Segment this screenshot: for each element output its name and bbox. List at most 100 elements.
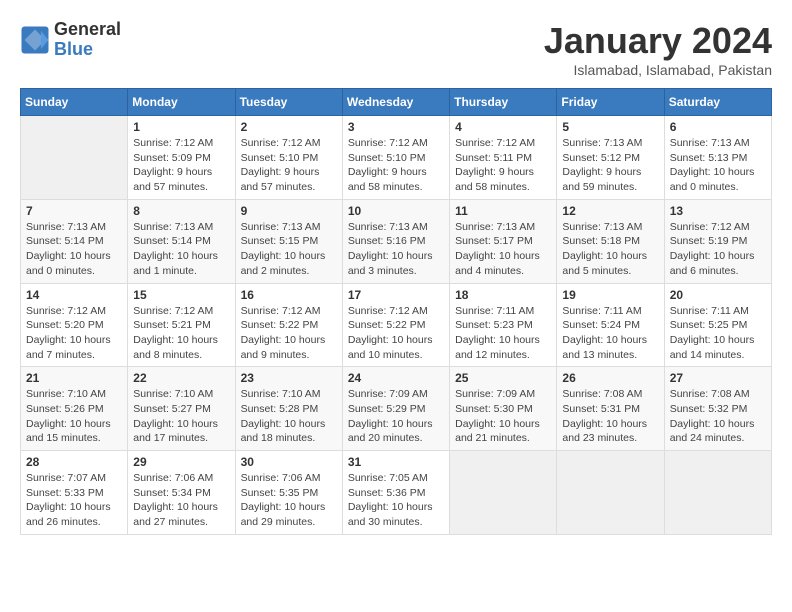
day-info: Sunrise: 7:11 AM Sunset: 5:24 PM Dayligh… (562, 304, 658, 363)
weekday-header-thursday: Thursday (450, 89, 557, 116)
week-row-1: 1Sunrise: 7:12 AM Sunset: 5:09 PM Daylig… (21, 116, 772, 200)
day-info: Sunrise: 7:07 AM Sunset: 5:33 PM Dayligh… (26, 471, 122, 530)
day-info: Sunrise: 7:13 AM Sunset: 5:14 PM Dayligh… (133, 220, 229, 279)
calendar-cell: 15Sunrise: 7:12 AM Sunset: 5:21 PM Dayli… (128, 283, 235, 367)
logo: General Blue (20, 20, 121, 60)
week-row-5: 28 Sunrise: 7:07 AM Sunset: 5:33 PM Dayli… (21, 451, 772, 535)
calendar-cell: 6Sunrise: 7:13 AM Sunset: 5:13 PM Daylig… (664, 116, 771, 200)
day-info: Sunrise: 7:13 AM Sunset: 5:14 PM Dayligh… (26, 220, 122, 279)
calendar-cell (450, 451, 557, 535)
day-info: Sunrise: 7:08 AM Sunset: 5:31 PM Dayligh… (562, 387, 658, 446)
day-number: 4 (455, 120, 551, 134)
location: Islamabad, Islamabad, Pakistan (544, 62, 772, 78)
day-info: Sunrise: 7:05 AM Sunset: 5:36 PM Dayligh… (348, 471, 444, 530)
day-number: 20 (670, 288, 766, 302)
weekday-header-row: SundayMondayTuesdayWednesdayThursdayFrid… (21, 89, 772, 116)
page-header: General Blue January 2024 Islamabad, Isl… (20, 20, 772, 78)
calendar-cell: 10Sunrise: 7:13 AM Sunset: 5:16 PM Dayli… (342, 199, 449, 283)
calendar-cell: 7 Sunrise: 7:13 AM Sunset: 5:14 PM Daylig… (21, 199, 128, 283)
weekday-header-saturday: Saturday (664, 89, 771, 116)
day-info: Sunrise: 7:12 AM Sunset: 5:22 PM Dayligh… (241, 304, 337, 363)
calendar-cell: 19 Sunrise: 7:11 AM Sunset: 5:24 PM Dayli… (557, 283, 664, 367)
day-number: 7 (26, 204, 122, 218)
day-number: 17 (348, 288, 444, 302)
day-number: 26 (562, 371, 658, 385)
calendar-cell: 14 Sunrise: 7:12 AM Sunset: 5:20 PM Dayli… (21, 283, 128, 367)
day-info: Sunrise: 7:10 AM Sunset: 5:26 PM Dayligh… (26, 387, 122, 446)
day-number: 30 (241, 455, 337, 469)
month-title: January 2024 (544, 20, 772, 62)
calendar-cell: 13 Sunrise: 7:12 AM Sunset: 5:19 PM Dayli… (664, 199, 771, 283)
day-number: 5 (562, 120, 658, 134)
day-info: Sunrise: 7:09 AM Sunset: 5:30 PM Dayligh… (455, 387, 551, 446)
weekday-header-sunday: Sunday (21, 89, 128, 116)
calendar-cell: 21 Sunrise: 7:10 AM Sunset: 5:26 PM Dayli… (21, 367, 128, 451)
calendar-cell: 3Sunrise: 7:12 AM Sunset: 5:10 PM Daylig… (342, 116, 449, 200)
day-info: Sunrise: 7:06 AM Sunset: 5:34 PM Dayligh… (133, 471, 229, 530)
day-info: Sunrise: 7:12 AM Sunset: 5:20 PM Dayligh… (26, 304, 122, 363)
day-info: Sunrise: 7:13 AM Sunset: 5:16 PM Dayligh… (348, 220, 444, 279)
day-number: 31 (348, 455, 444, 469)
day-info: Sunrise: 7:10 AM Sunset: 5:28 PM Dayligh… (241, 387, 337, 446)
day-number: 22 (133, 371, 229, 385)
day-info: Sunrise: 7:08 AM Sunset: 5:32 PM Dayligh… (670, 387, 766, 446)
day-info: Sunrise: 7:09 AM Sunset: 5:29 PM Dayligh… (348, 387, 444, 446)
calendar-cell: 5 Sunrise: 7:13 AM Sunset: 5:12 PM Daylig… (557, 116, 664, 200)
week-row-4: 21 Sunrise: 7:10 AM Sunset: 5:26 PM Dayli… (21, 367, 772, 451)
calendar-cell: 23 Sunrise: 7:10 AM Sunset: 5:28 PM Dayli… (235, 367, 342, 451)
day-info: Sunrise: 7:13 AM Sunset: 5:15 PM Dayligh… (241, 220, 337, 279)
day-number: 2 (241, 120, 337, 134)
day-number: 3 (348, 120, 444, 134)
calendar-table: SundayMondayTuesdayWednesdayThursdayFrid… (20, 88, 772, 535)
calendar-cell: 1Sunrise: 7:12 AM Sunset: 5:09 PM Daylig… (128, 116, 235, 200)
day-number: 25 (455, 371, 551, 385)
day-info: Sunrise: 7:11 AM Sunset: 5:25 PM Dayligh… (670, 304, 766, 363)
calendar-cell: 4 Sunrise: 7:12 AM Sunset: 5:11 PM Daylig… (450, 116, 557, 200)
calendar-cell: 25 Sunrise: 7:09 AM Sunset: 5:30 PM Dayli… (450, 367, 557, 451)
weekday-header-monday: Monday (128, 89, 235, 116)
day-number: 18 (455, 288, 551, 302)
calendar-cell: 8 Sunrise: 7:13 AM Sunset: 5:14 PM Daylig… (128, 199, 235, 283)
day-info: Sunrise: 7:13 AM Sunset: 5:17 PM Dayligh… (455, 220, 551, 279)
day-number: 27 (670, 371, 766, 385)
day-info: Sunrise: 7:13 AM Sunset: 5:18 PM Dayligh… (562, 220, 658, 279)
day-info: Sunrise: 7:13 AM Sunset: 5:13 PM Dayligh… (670, 136, 766, 195)
week-row-2: 7 Sunrise: 7:13 AM Sunset: 5:14 PM Daylig… (21, 199, 772, 283)
calendar-cell: 26 Sunrise: 7:08 AM Sunset: 5:31 PM Dayli… (557, 367, 664, 451)
calendar-cell: 24Sunrise: 7:09 AM Sunset: 5:29 PM Dayli… (342, 367, 449, 451)
day-number: 21 (26, 371, 122, 385)
day-info: Sunrise: 7:06 AM Sunset: 5:35 PM Dayligh… (241, 471, 337, 530)
calendar-cell: 12Sunrise: 7:13 AM Sunset: 5:18 PM Dayli… (557, 199, 664, 283)
calendar-cell: 20 Sunrise: 7:11 AM Sunset: 5:25 PM Dayli… (664, 283, 771, 367)
calendar-cell: 27 Sunrise: 7:08 AM Sunset: 5:32 PM Dayli… (664, 367, 771, 451)
day-number: 28 (26, 455, 122, 469)
calendar-cell: 30 Sunrise: 7:06 AM Sunset: 5:35 PM Dayli… (235, 451, 342, 535)
weekday-header-wednesday: Wednesday (342, 89, 449, 116)
day-number: 9 (241, 204, 337, 218)
day-info: Sunrise: 7:12 AM Sunset: 5:11 PM Dayligh… (455, 136, 551, 195)
day-info: Sunrise: 7:12 AM Sunset: 5:21 PM Dayligh… (133, 304, 229, 363)
calendar-cell (664, 451, 771, 535)
day-number: 14 (26, 288, 122, 302)
day-number: 23 (241, 371, 337, 385)
day-number: 29 (133, 455, 229, 469)
day-number: 16 (241, 288, 337, 302)
calendar-cell: 22Sunrise: 7:10 AM Sunset: 5:27 PM Dayli… (128, 367, 235, 451)
logo-blue: Blue (54, 40, 121, 60)
calendar-cell (557, 451, 664, 535)
day-number: 8 (133, 204, 229, 218)
title-area: January 2024 Islamabad, Islamabad, Pakis… (544, 20, 772, 78)
calendar-cell: 11 Sunrise: 7:13 AM Sunset: 5:17 PM Dayli… (450, 199, 557, 283)
day-number: 13 (670, 204, 766, 218)
calendar-cell: 2Sunrise: 7:12 AM Sunset: 5:10 PM Daylig… (235, 116, 342, 200)
logo-text: General Blue (54, 20, 121, 60)
day-info: Sunrise: 7:12 AM Sunset: 5:22 PM Dayligh… (348, 304, 444, 363)
day-number: 19 (562, 288, 658, 302)
calendar-cell: 29 Sunrise: 7:06 AM Sunset: 5:34 PM Dayli… (128, 451, 235, 535)
day-info: Sunrise: 7:12 AM Sunset: 5:09 PM Dayligh… (133, 136, 229, 195)
day-info: Sunrise: 7:12 AM Sunset: 5:19 PM Dayligh… (670, 220, 766, 279)
day-info: Sunrise: 7:13 AM Sunset: 5:12 PM Dayligh… (562, 136, 658, 195)
logo-general: General (54, 20, 121, 40)
week-row-3: 14 Sunrise: 7:12 AM Sunset: 5:20 PM Dayli… (21, 283, 772, 367)
day-number: 11 (455, 204, 551, 218)
